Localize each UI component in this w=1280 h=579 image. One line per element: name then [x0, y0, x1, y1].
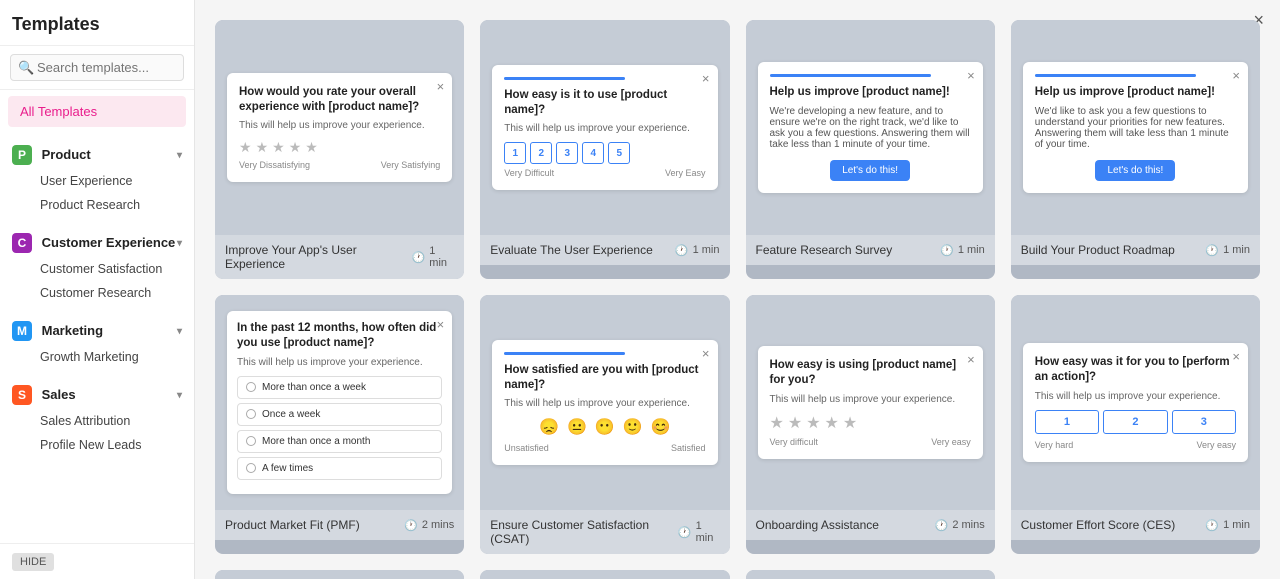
- card-footer-card-2: Evaluate The User Experience 🕐 1 min: [480, 235, 729, 265]
- sidebar-item-user-experience[interactable]: User Experience: [12, 169, 182, 193]
- sidebar-category-sales: S Sales ▾ Sales AttributionProfile New L…: [0, 373, 194, 461]
- template-card-card-6[interactable]: × How satisfied are you with [product na…: [480, 295, 729, 554]
- card-footer-card-6: Ensure Customer Satisfaction (CSAT) 🕐 1 …: [480, 510, 729, 554]
- cat-icon-customer-experience: C Customer Experience: [12, 233, 175, 253]
- main-content: × × How would you rate your overall expe…: [195, 0, 1280, 579]
- template-card-card-2[interactable]: × How easy is it to use [product name]? …: [480, 20, 729, 279]
- clock-icon: 🕐: [678, 526, 692, 539]
- template-card-card-9[interactable]: × What do you value most about our servi…: [215, 570, 464, 579]
- card-title-card-8: Customer Effort Score (CES): [1021, 518, 1176, 532]
- card-time-card-7: 🕐 2 mins: [935, 519, 985, 532]
- cat-label-sales: Sales: [42, 387, 76, 402]
- sidebar-item-growth-marketing[interactable]: Growth Marketing: [12, 345, 182, 369]
- sidebar-category-header-marketing[interactable]: M Marketing ▾: [12, 317, 182, 345]
- clock-icon: 🕐: [1205, 519, 1219, 532]
- sidebar-category-header-product[interactable]: P Product ▾: [12, 141, 182, 169]
- clock-icon: 🕐: [1205, 244, 1219, 257]
- chevron-customer-experience: ▾: [177, 238, 182, 249]
- card-title-card-6: Ensure Customer Satisfaction (CSAT): [490, 518, 678, 546]
- card-footer-card-8: Customer Effort Score (CES) 🕐 1 min: [1011, 510, 1260, 540]
- sidebar-item-sales-attribution[interactable]: Sales Attribution: [12, 409, 182, 433]
- cat-label-customer-experience: Customer Experience: [42, 235, 176, 250]
- clock-icon: 🕐: [675, 244, 689, 257]
- clock-icon: 🕐: [404, 519, 418, 532]
- card-title-card-7: Onboarding Assistance: [756, 518, 879, 532]
- sidebar: Templates 🔍 All Templates P Product ▾ Us…: [0, 0, 195, 579]
- card-preview-card-8: × How easy was it for you to [perform an…: [1011, 295, 1260, 510]
- sidebar-item-product-research[interactable]: Product Research: [12, 193, 182, 217]
- card-time-card-5: 🕐 2 mins: [404, 519, 454, 532]
- sidebar-categories: P Product ▾ User ExperienceProduct Resea…: [0, 133, 194, 461]
- template-card-card-4[interactable]: × Help us improve [product name]! We'd l…: [1011, 20, 1260, 279]
- card-footer-card-7: Onboarding Assistance 🕐 2 mins: [746, 510, 995, 540]
- cat-label-marketing: Marketing: [42, 323, 103, 338]
- card-time-card-2: 🕐 1 min: [675, 244, 720, 257]
- card-footer-card-3: Feature Research Survey 🕐 1 min: [746, 235, 995, 265]
- card-time-card-3: 🕐 1 min: [940, 244, 985, 257]
- clock-icon: 🕐: [940, 244, 954, 257]
- clock-icon: 🕐: [412, 251, 426, 264]
- card-title-card-5: Product Market Fit (PMF): [225, 518, 360, 532]
- cat-icon-marketing: M Marketing: [12, 321, 103, 341]
- sidebar-search-container: 🔍: [0, 46, 194, 90]
- chevron-sales: ▾: [177, 390, 182, 401]
- card-time-card-6: 🕐 1 min: [678, 520, 720, 544]
- card-preview-card-1: × How would you rate your overall experi…: [215, 20, 464, 235]
- card-preview-card-6: × How satisfied are you with [product na…: [480, 295, 729, 510]
- card-preview-card-9: × What do you value most about our servi…: [215, 570, 464, 579]
- sidebar-category-customer-experience: C Customer Experience ▾ Customer Satisfa…: [0, 221, 194, 309]
- card-title-card-3: Feature Research Survey: [756, 243, 893, 257]
- cat-icon-sales: S Sales: [12, 385, 76, 405]
- card-time-card-8: 🕐 1 min: [1205, 519, 1250, 532]
- sidebar-item-profile-new-leads[interactable]: Profile New Leads: [12, 433, 182, 457]
- card-time-card-4: 🕐 1 min: [1205, 244, 1250, 257]
- hide-button[interactable]: HIDE: [12, 553, 54, 571]
- card-footer-card-1: Improve Your App's User Experience 🕐 1 m…: [215, 235, 464, 279]
- chevron-marketing: ▾: [177, 326, 182, 337]
- template-card-card-8[interactable]: × How easy was it for you to [perform an…: [1011, 295, 1260, 554]
- card-preview-card-3: × Help us improve [product name]! We're …: [746, 20, 995, 235]
- search-input[interactable]: [10, 54, 184, 81]
- template-card-card-7[interactable]: × How easy is using [product name] for y…: [746, 295, 995, 554]
- all-templates-item[interactable]: All Templates: [8, 96, 186, 127]
- sidebar-item-customer-research[interactable]: Customer Research: [12, 281, 182, 305]
- template-grid: × How would you rate your overall experi…: [215, 20, 1260, 579]
- sidebar-category-header-sales[interactable]: S Sales ▾: [12, 381, 182, 409]
- cat-label-product: Product: [42, 147, 91, 162]
- template-card-card-10[interactable]: × How big is your team?: [480, 570, 729, 579]
- card-footer-card-4: Build Your Product Roadmap 🕐 1 min: [1011, 235, 1260, 265]
- card-time-card-1: 🕐 1 min: [412, 245, 455, 269]
- card-preview-card-11: × What are the top challenges your compa…: [746, 570, 995, 579]
- cat-icon-product: P Product: [12, 145, 91, 165]
- sidebar-item-customer-satisfaction[interactable]: Customer Satisfaction: [12, 257, 182, 281]
- card-preview-card-4: × Help us improve [product name]! We'd l…: [1011, 20, 1260, 235]
- search-icon: 🔍: [18, 60, 34, 76]
- clock-icon: 🕐: [935, 519, 949, 532]
- card-preview-card-7: × How easy is using [product name] for y…: [746, 295, 995, 510]
- template-card-card-5[interactable]: × In the past 12 months, how often did y…: [215, 295, 464, 554]
- card-footer-card-5: Product Market Fit (PMF) 🕐 2 mins: [215, 510, 464, 540]
- chevron-product: ▾: [177, 150, 182, 161]
- card-preview-card-5: × In the past 12 months, how often did y…: [215, 295, 464, 510]
- sidebar-category-product: P Product ▾ User ExperienceProduct Resea…: [0, 133, 194, 221]
- template-card-card-1[interactable]: × How would you rate your overall experi…: [215, 20, 464, 279]
- template-card-card-3[interactable]: × Help us improve [product name]! We're …: [746, 20, 995, 279]
- sidebar-category-header-customer-experience[interactable]: C Customer Experience ▾: [12, 229, 182, 257]
- card-title-card-1: Improve Your App's User Experience: [225, 243, 412, 271]
- sidebar-footer: HIDE: [0, 543, 194, 579]
- card-preview-card-10: × How big is your team?: [480, 570, 729, 579]
- card-title-card-2: Evaluate The User Experience: [490, 243, 653, 257]
- card-preview-card-2: × How easy is it to use [product name]? …: [480, 20, 729, 235]
- sidebar-category-marketing: M Marketing ▾ Growth Marketing: [0, 309, 194, 373]
- template-card-card-11[interactable]: × What are the top challenges your compa…: [746, 570, 995, 579]
- card-title-card-4: Build Your Product Roadmap: [1021, 243, 1175, 257]
- sidebar-title: Templates: [0, 0, 194, 46]
